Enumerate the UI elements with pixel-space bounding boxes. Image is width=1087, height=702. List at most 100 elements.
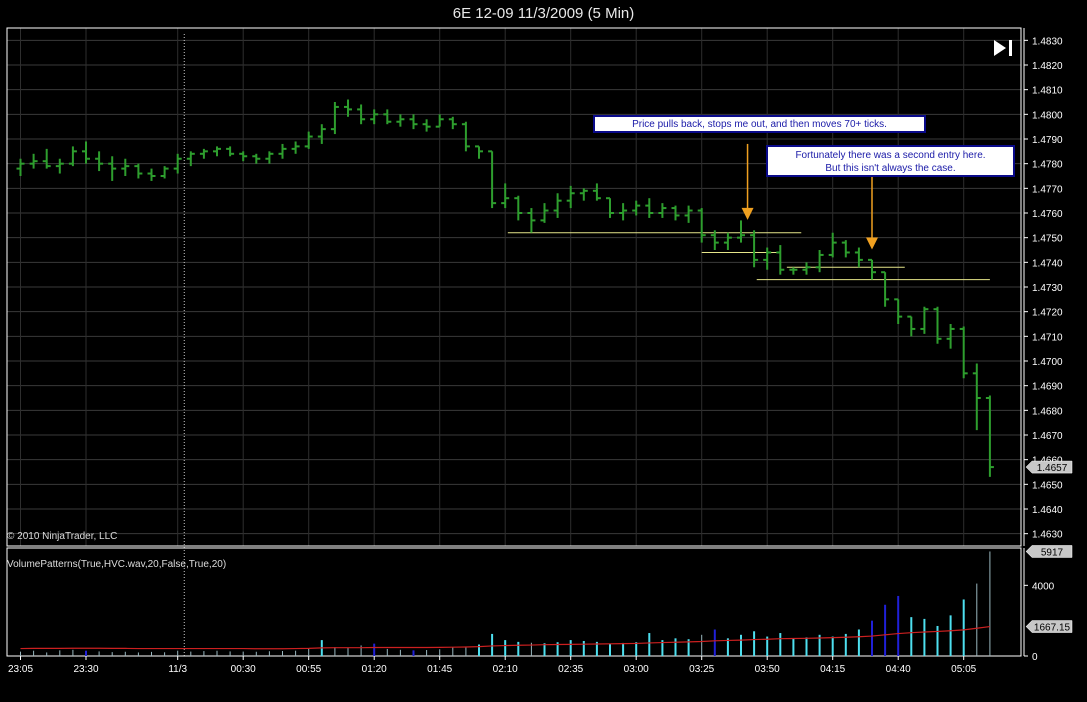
- ohlc-bar: [265, 151, 274, 164]
- price-tick-label: 1.4830: [1032, 36, 1063, 47]
- ohlc-bar: [553, 193, 562, 218]
- ohlc-bar: [933, 306, 942, 344]
- price-tick-label: 1.4790: [1032, 135, 1063, 146]
- ohlc-bar: [579, 188, 588, 201]
- price-tick-label: 1.4770: [1032, 184, 1063, 195]
- ohlc-bar: [304, 131, 313, 149]
- price-tick-label: 1.4740: [1032, 258, 1063, 269]
- ohlc-bar: [658, 203, 667, 218]
- ohlc-bar: [920, 306, 929, 334]
- price-tick-label: 1.4760: [1032, 209, 1063, 220]
- ohlc-bar: [881, 271, 890, 307]
- time-tick-label: 02:10: [493, 664, 518, 675]
- ohlc-bar: [841, 240, 850, 258]
- ohlc-bar: [606, 197, 614, 218]
- copyright-text: © 2010 NinjaTrader, LLC: [7, 531, 118, 542]
- ohlc-bar: [330, 102, 339, 135]
- ohlc-bar: [42, 148, 51, 169]
- ohlc-bar: [854, 247, 863, 268]
- ohlc-bar: [448, 116, 457, 130]
- price-tick-label: 1.4680: [1032, 406, 1063, 417]
- price-tick-label: 1.4810: [1032, 86, 1063, 97]
- ohlc-bar: [226, 146, 235, 157]
- time-tick-label: 23:30: [73, 664, 98, 675]
- ohlc-bar: [737, 220, 745, 243]
- ohlc-bar: [108, 156, 117, 181]
- ohlc-bar: [409, 114, 418, 130]
- skip-to-end-icon[interactable]: [991, 37, 1017, 59]
- ohlc-bar: [723, 232, 732, 250]
- ohlc-bar: [684, 205, 693, 223]
- indicator-label: VolumePatterns(True,HVC.wav,20,False,Tru…: [7, 559, 227, 570]
- level-lines: [507, 232, 990, 281]
- last-price-label-text: 1.4657: [1037, 463, 1068, 474]
- annotation-stop-out: Price pulls back, stops me out, and then…: [593, 115, 926, 133]
- time-tick-label: 00:55: [296, 664, 321, 675]
- arrow-head: [866, 237, 878, 250]
- ohlc-bar: [147, 168, 156, 181]
- volume-tick-label: 4000: [1032, 581, 1055, 592]
- ohlc-bar: [252, 153, 261, 164]
- ohlc-bar: [645, 198, 654, 218]
- chart-canvas[interactable]: 1.4830 1.4820 1.4810 1.4800 1.4790 1.4780 1.47…: [0, 0, 1087, 702]
- time-tick-label: 03:25: [689, 664, 714, 675]
- ohlc-bar: [55, 158, 64, 174]
- time-tick-label: 01:20: [362, 664, 387, 675]
- price-tick-label: 1.4730: [1032, 283, 1063, 294]
- ohlc-bar: [763, 247, 772, 270]
- ohlc-bar: [985, 395, 994, 477]
- time-x-axis: 23:05 23:30 11/3 00:30 00:55 01:20 01:45 02:10 0…: [8, 656, 977, 675]
- time-tick-label: 03:00: [624, 664, 649, 675]
- ohlc-bar: [972, 363, 981, 431]
- ohlc-bar: [16, 158, 25, 176]
- arrow-head: [741, 207, 754, 220]
- volume-tick-label: 0: [1032, 652, 1038, 663]
- price-tick-label: 1.4750: [1032, 234, 1063, 245]
- last-price-label: 1.4657: [1025, 460, 1073, 474]
- price-tick-label: 1.4720: [1032, 308, 1063, 319]
- time-tick-label: 03:50: [755, 664, 780, 675]
- price-tick-label: 1.4640: [1032, 505, 1063, 516]
- ohlc-bar: [160, 166, 169, 179]
- price-tick-label: 1.4780: [1032, 160, 1063, 171]
- time-tick-label: 23:05: [8, 664, 33, 675]
- ohlc-bar: [789, 267, 798, 275]
- ohlc-bar: [907, 315, 916, 337]
- annotation-second-entry: Fortunately there was a second entry her…: [766, 145, 1015, 177]
- time-tick-label: 04:15: [820, 664, 845, 675]
- time-tick-label: 11/3: [168, 664, 187, 675]
- ohlc-bar: [383, 109, 392, 125]
- price-tick-label: 1.4690: [1032, 382, 1063, 393]
- price-tick-label: 1.4630: [1032, 530, 1063, 541]
- ohlc-bar: [461, 121, 470, 152]
- ohlc-bar: [121, 158, 130, 176]
- time-tick-label: 01:45: [427, 664, 452, 675]
- ohlc-bar: [815, 250, 824, 273]
- ohlc-bar: [422, 119, 431, 132]
- time-tick-label: 05:05: [951, 664, 976, 675]
- ohlc-bar: [239, 151, 248, 162]
- time-tick-label: 00:30: [231, 664, 256, 675]
- ohlc-bar: [959, 326, 968, 379]
- ohlc-bar: [488, 150, 497, 209]
- price-tick-label: 1.4710: [1032, 332, 1063, 343]
- ohlc-bar: [317, 124, 326, 144]
- price-tick-label: 1.4700: [1032, 357, 1063, 368]
- ohlc-bar: [750, 230, 759, 268]
- price-tick-label: 1.4800: [1032, 110, 1063, 121]
- ohlc-bar: [514, 195, 523, 221]
- ohlc-bar: [619, 203, 628, 221]
- ohlc-bar: [802, 262, 811, 275]
- ohlc-bar: [501, 183, 510, 209]
- ohlc-bar: [475, 145, 483, 159]
- volume-average-label-text: 1667.15: [1034, 623, 1071, 634]
- price-tick-label: 1.4650: [1032, 480, 1063, 491]
- price-tick-label: 1.4670: [1032, 431, 1063, 442]
- ohlc-bar: [776, 245, 785, 275]
- ohlc-bar: [435, 114, 444, 128]
- volume-average-line: [20, 625, 990, 650]
- ohlc-bar: [396, 114, 405, 127]
- volume-average-label: 1667.15: [1025, 620, 1073, 634]
- ohlc-bar: [527, 208, 536, 233]
- ohlc-bar: [592, 183, 601, 201]
